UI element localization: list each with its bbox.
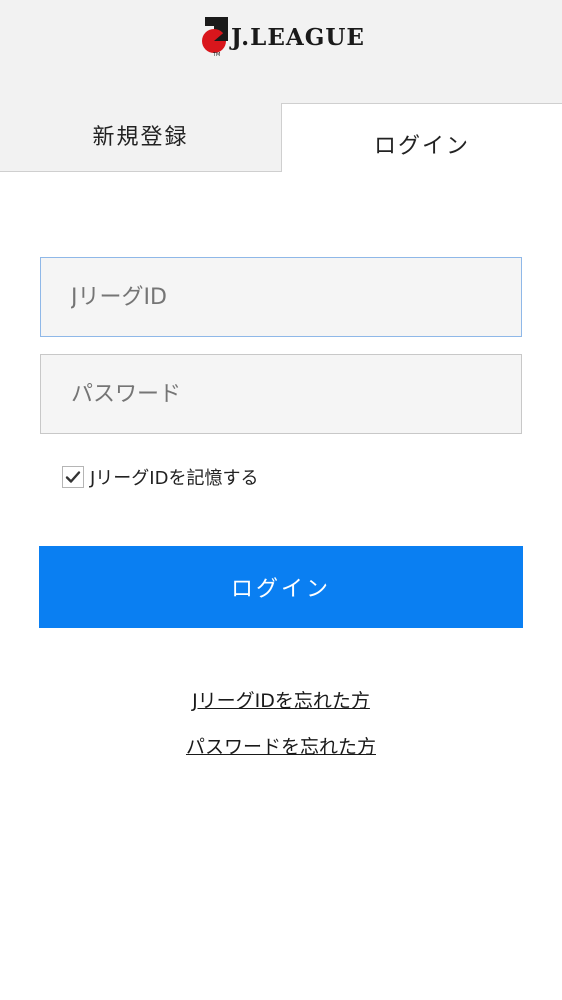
tab-login[interactable]: ログイン <box>281 103 562 172</box>
remember-id-checkbox-row[interactable]: JリーグIDを記憶する <box>62 462 258 492</box>
logo-text: J.LEAGUE <box>231 23 365 51</box>
login-button[interactable]: ログイン <box>39 546 523 628</box>
password-input[interactable] <box>40 354 522 434</box>
forgot-id-link[interactable]: JリーグIDを忘れた方 <box>0 686 562 713</box>
svg-text:TM: TM <box>212 52 220 57</box>
jleague-logo-icon: TM <box>197 15 237 58</box>
forgot-password-link[interactable]: パスワードを忘れた方 <box>0 732 562 759</box>
remember-id-checkbox[interactable] <box>62 466 84 488</box>
jleague-id-input[interactable] <box>40 257 522 337</box>
jleague-logo[interactable]: TM J.LEAGUE <box>0 14 562 58</box>
checkmark-icon <box>65 471 81 483</box>
tab-register[interactable]: 新規登録 <box>0 104 281 172</box>
remember-id-label: JリーグIDを記憶する <box>90 468 259 489</box>
header: TM J.LEAGUE 新規登録 ログイン <box>0 0 562 172</box>
